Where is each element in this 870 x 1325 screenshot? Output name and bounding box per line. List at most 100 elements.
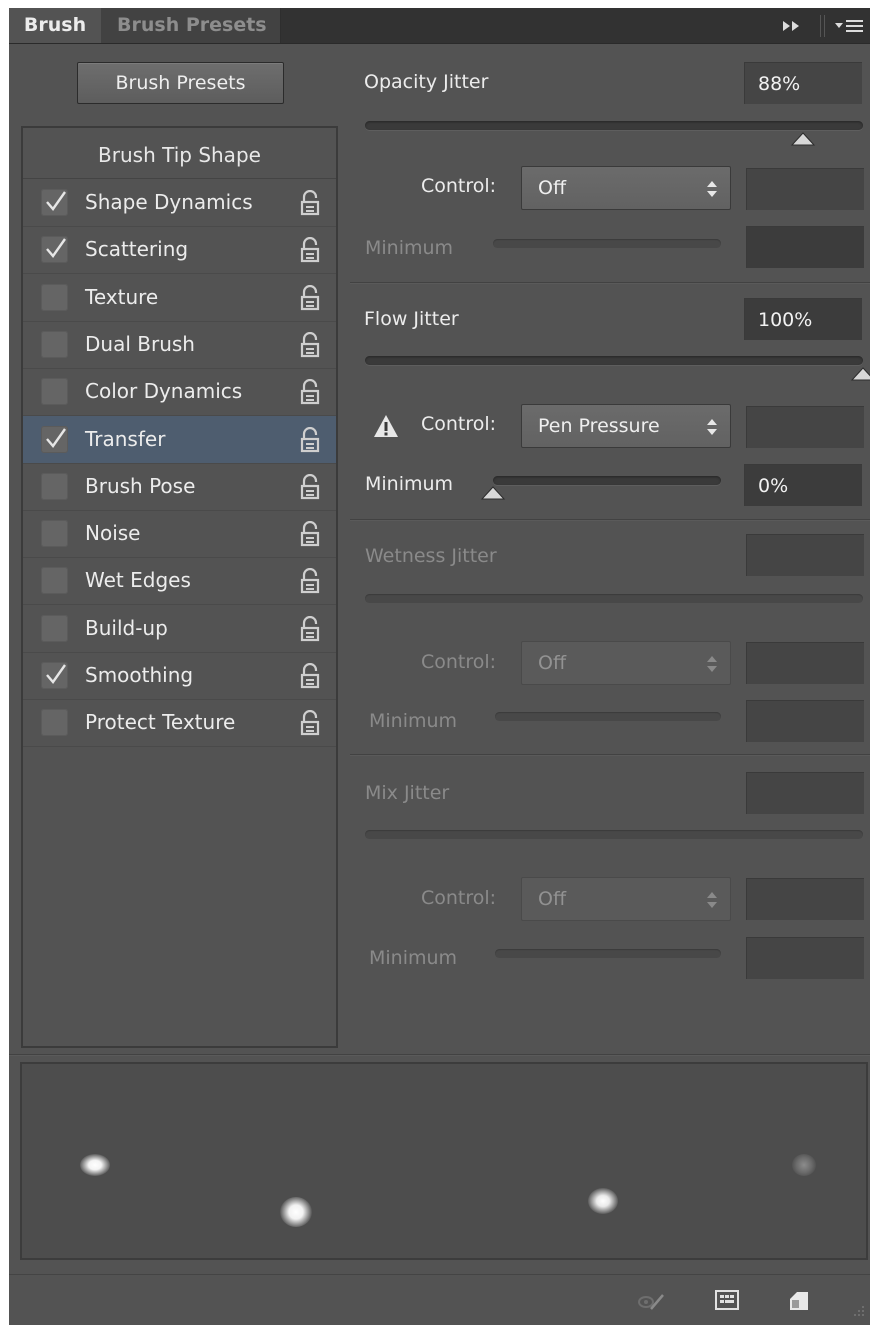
brush-preview-toggle-icon[interactable] bbox=[637, 1287, 665, 1313]
flow-jitter-slider-thumb[interactable] bbox=[850, 367, 870, 383]
tab-bar-divider bbox=[820, 15, 825, 37]
option-label: Dual Brush bbox=[85, 331, 195, 356]
option-item-smoothing[interactable]: Smoothing bbox=[23, 652, 336, 700]
mix-control-value: Off bbox=[538, 888, 567, 910]
new-preset-icon[interactable] bbox=[785, 1287, 813, 1313]
option-item-protect-texture[interactable]: Protect Texture bbox=[23, 699, 336, 748]
lock-icon[interactable] bbox=[299, 379, 321, 405]
option-label: Brush Pose bbox=[85, 473, 196, 498]
option-label: Shape Dynamics bbox=[85, 190, 253, 214]
option-item-scattering[interactable]: Scattering bbox=[23, 226, 336, 275]
preview-brush-dab bbox=[80, 1154, 110, 1176]
preview-brush-dab bbox=[588, 1188, 618, 1214]
flow-jitter-label: Flow Jitter bbox=[364, 308, 459, 330]
option-label: Build-up bbox=[85, 615, 168, 640]
opacity-minimum-label: Minimum bbox=[365, 237, 454, 259]
checkmark-icon bbox=[46, 238, 66, 259]
checkmark-icon bbox=[46, 427, 66, 448]
opacity-jitter-slider-thumb[interactable] bbox=[790, 132, 816, 148]
wetness-jitter-label: Wetness Jitter bbox=[365, 545, 497, 567]
mix-control-select: Off bbox=[521, 877, 731, 921]
mix-jitter-value bbox=[746, 772, 864, 814]
flow-minimum-slider-thumb[interactable] bbox=[480, 486, 506, 502]
checkmark-icon bbox=[46, 191, 66, 211]
lock-icon[interactable] bbox=[299, 521, 321, 547]
option-checkbox[interactable] bbox=[41, 567, 68, 595]
option-checkbox[interactable] bbox=[41, 709, 68, 737]
option-item-transfer[interactable]: Transfer bbox=[23, 415, 336, 464]
opacity-jitter-value[interactable]: 88% bbox=[744, 62, 862, 104]
double-arrow-right-icon[interactable] bbox=[781, 17, 803, 35]
option-checkbox[interactable] bbox=[41, 425, 68, 453]
option-item-build-up[interactable]: Build-up bbox=[23, 605, 336, 653]
preview-brush-dab bbox=[280, 1197, 312, 1227]
option-checkbox[interactable] bbox=[41, 662, 68, 689]
lock-icon[interactable] bbox=[299, 710, 321, 736]
option-item-wet-edges[interactable]: Wet Edges bbox=[23, 557, 336, 606]
option-label: Protect Texture bbox=[85, 710, 236, 735]
lock-icon[interactable] bbox=[299, 615, 321, 642]
wetness-minimum-slider bbox=[495, 712, 721, 721]
option-checkbox[interactable] bbox=[41, 614, 68, 642]
preview-brush-dab bbox=[792, 1154, 816, 1176]
option-checkbox[interactable] bbox=[41, 189, 68, 216]
brush-panel: Brush Brush Presets Brush Presets Brush … bbox=[9, 8, 870, 1325]
opacity-minimum-slider bbox=[493, 239, 721, 248]
opacity-control-extra-field bbox=[746, 168, 864, 210]
lock-icon[interactable] bbox=[299, 237, 321, 263]
flow-jitter-value[interactable]: 100% bbox=[744, 298, 862, 340]
brush-tip-shape-item[interactable]: Brush Tip Shape bbox=[23, 128, 336, 179]
flow-minimum-value[interactable]: 0% bbox=[744, 464, 862, 506]
warning-triangle-icon bbox=[374, 415, 398, 437]
wetness-control-extra-field bbox=[746, 642, 864, 684]
tab-brush-presets[interactable]: Brush Presets bbox=[101, 8, 281, 43]
tab-bar: Brush Brush Presets bbox=[9, 8, 870, 44]
flow-control-select[interactable]: Pen Pressure bbox=[521, 404, 731, 448]
lock-icon[interactable] bbox=[299, 426, 321, 453]
opacity-jitter-slider[interactable] bbox=[365, 121, 863, 130]
brush-option-list: Brush Tip Shape Shape Dynamics Scattering… bbox=[21, 126, 338, 1048]
option-item-texture[interactable]: Texture bbox=[23, 274, 336, 322]
panel-bottom-bar bbox=[9, 1274, 870, 1325]
option-item-noise[interactable]: Noise bbox=[23, 510, 336, 559]
grid-icon[interactable] bbox=[713, 1287, 741, 1313]
flow-jitter-slider[interactable] bbox=[365, 356, 863, 365]
wetness-jitter-slider bbox=[365, 594, 863, 603]
option-item-color-dynamics[interactable]: Color Dynamics bbox=[23, 368, 336, 417]
resize-grip-icon[interactable] bbox=[852, 1304, 866, 1318]
option-item-brush-pose[interactable]: Brush Pose bbox=[23, 463, 336, 511]
brush-presets-button[interactable]: Brush Presets bbox=[77, 62, 284, 104]
select-arrows-icon bbox=[707, 892, 717, 908]
flow-control-label: Control: bbox=[421, 413, 497, 435]
opacity-control-value: Off bbox=[538, 177, 567, 199]
lock-icon[interactable] bbox=[299, 568, 321, 594]
option-checkbox[interactable] bbox=[41, 520, 68, 548]
option-checkbox[interactable] bbox=[41, 378, 68, 406]
lock-icon[interactable] bbox=[299, 473, 321, 500]
opacity-control-select[interactable]: Off bbox=[521, 166, 731, 210]
option-checkbox[interactable] bbox=[41, 283, 68, 311]
option-label: Noise bbox=[85, 521, 141, 546]
lock-icon[interactable] bbox=[299, 189, 321, 216]
flow-minimum-slider[interactable] bbox=[493, 476, 721, 485]
mix-jitter-label: Mix Jitter bbox=[365, 782, 450, 804]
lock-icon[interactable] bbox=[299, 331, 321, 358]
preview-divider bbox=[9, 1054, 870, 1056]
option-item-dual-brush[interactable]: Dual Brush bbox=[23, 321, 336, 369]
option-checkbox[interactable] bbox=[41, 236, 68, 264]
flow-control-extra-field bbox=[746, 406, 864, 448]
lock-icon[interactable] bbox=[299, 662, 321, 689]
option-checkbox[interactable] bbox=[41, 472, 68, 500]
option-item-shape-dynamics[interactable]: Shape Dynamics bbox=[23, 179, 336, 227]
section-divider bbox=[350, 754, 870, 756]
select-arrows-icon bbox=[707, 656, 717, 672]
option-label: Transfer bbox=[85, 426, 166, 451]
opacity-control-label: Control: bbox=[421, 175, 497, 197]
section-divider bbox=[350, 282, 870, 284]
panel-menu-icon[interactable] bbox=[833, 17, 865, 35]
option-label: Scattering bbox=[85, 237, 189, 262]
lock-icon[interactable] bbox=[299, 284, 321, 311]
tab-brush[interactable]: Brush bbox=[9, 8, 101, 43]
option-checkbox[interactable] bbox=[41, 330, 68, 358]
option-label: Wet Edges bbox=[85, 568, 191, 593]
